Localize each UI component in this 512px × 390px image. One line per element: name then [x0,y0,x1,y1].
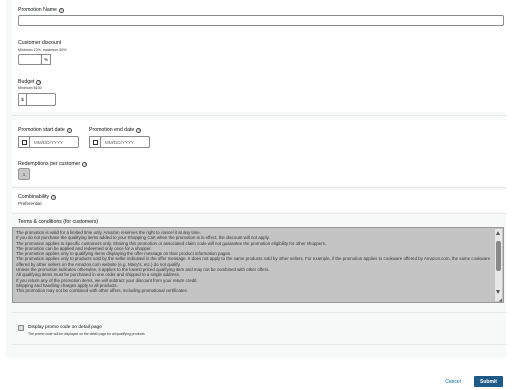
customer-discount-hint: Minimum 10%, maximum 50% [18,48,67,52]
resize-handle-icon[interactable]: ◢ [499,297,502,302]
scroll-thumb[interactable] [496,241,501,271]
info-icon[interactable]: ? [82,161,88,167]
redemptions-section: Redemptions per customer ? 1 [12,156,506,186]
customer-discount-input[interactable] [18,54,42,65]
combinability-section: Combinability ? Preferential [12,190,506,212]
customer-discount-section: Customer discount Minimum 10%, maximum 5… [12,36,506,72]
budget-input[interactable] [26,93,56,106]
budget-label: Budget ? [18,79,42,85]
divider [12,312,506,313]
start-date-input[interactable]: MM/DD/YYYY [29,136,79,148]
cancel-button[interactable]: Cancel [440,377,466,387]
submit-button[interactable]: Submit [474,376,503,387]
redemptions-label: Redemptions per customer ? [18,161,88,167]
divider [12,187,506,188]
info-icon[interactable]: ? [51,194,57,200]
redemptions-input: 1 [18,168,30,180]
divider [12,115,506,116]
promo-code-hint: The promo code will be displayed on the … [28,332,145,336]
divider [12,213,506,214]
info-icon[interactable]: ? [66,127,72,133]
promo-code-checkbox[interactable] [18,325,24,331]
budget-hint: Minimum $100 [18,86,42,90]
calendar-icon [92,139,98,145]
calendar-icon [21,139,27,145]
customer-discount-label: Customer discount [18,40,62,46]
combinability-label: Combinability ? [18,194,57,200]
dates-section: Promotion start date ? MM/DD/YYYY Promot… [12,120,506,156]
terms-label: Terms & conditions (for customers) [18,219,99,225]
budget-section: Budget ? Minimum $100 $ [12,72,506,112]
promotion-name-section: Promotion Name ? [12,0,506,36]
promotion-name-input[interactable] [18,15,504,26]
terms-textarea[interactable]: The promotion is valid for a limited tim… [12,227,504,303]
terms-line: This promotion may not be combined with … [16,288,188,294]
scroll-up-icon[interactable] [496,231,500,235]
promo-code-label: Display promo code on detail page [28,325,102,330]
end-date-label: Promotion end date ? [89,127,142,133]
percent-suffix: % [41,54,51,65]
scroll-down-icon[interactable] [496,290,500,294]
info-icon[interactable]: ? [136,127,142,133]
start-date-label: Promotion start date ? [18,127,72,133]
end-date-input[interactable]: MM/DD/YYYY [100,136,150,148]
info-icon[interactable]: ? [58,7,64,13]
divider [12,344,506,345]
form-card: Promotion Name ? Customer discount Minim… [6,0,506,358]
combinability-value: Preferential [18,201,42,206]
terms-line: The promotion applies only to products s… [16,256,491,267]
terms-scrollbar[interactable] [495,229,502,301]
info-icon[interactable]: ? [36,79,42,85]
promotion-name-label: Promotion Name ? [18,7,64,13]
promotion-form-page: Promotion Name ? Customer discount Minim… [0,0,512,390]
